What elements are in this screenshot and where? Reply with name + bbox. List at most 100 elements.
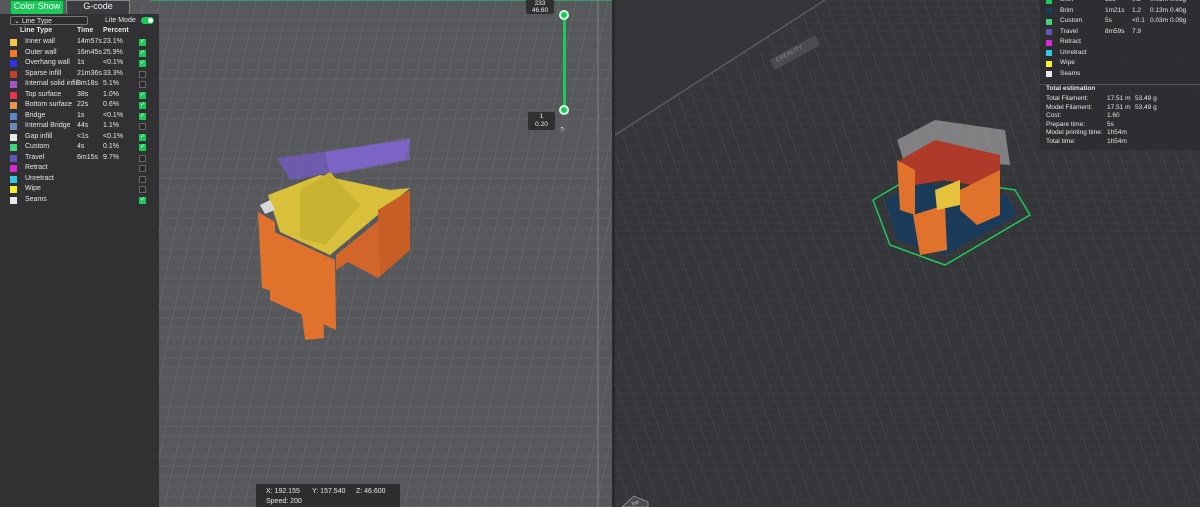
legend-row[interactable]: Wipe (10, 184, 160, 195)
stats-swatch (1046, 0, 1052, 4)
visibility-checkbox[interactable]: ✓ (139, 91, 146, 99)
color-show-button[interactable]: Color Show (10, 0, 64, 15)
legend-row-name: Sparse infill (25, 69, 62, 77)
stats-row-time: 5s (1105, 17, 1112, 24)
legend-row-percent: <0.1% (103, 59, 124, 66)
stats-row-name: Travel (1060, 27, 1078, 35)
total-row-v1: 17.51 m (1107, 103, 1131, 111)
visibility-checkbox[interactable]: ✓ (139, 102, 146, 109)
legend-swatch (10, 39, 17, 46)
legend-row[interactable]: Sparse infill 21m36s 33.3% (10, 69, 160, 80)
legend-row[interactable]: Travel 6m15s 9.7% (10, 153, 160, 164)
legend-row-time: 6m15s (77, 153, 99, 161)
legend-row-time: 1s (77, 111, 85, 119)
coord-y: Y: 157.540 (312, 488, 346, 495)
legend-row-name: Internal solid infill (25, 80, 79, 87)
legend-swatch (10, 49, 17, 57)
legend-header: ⌄ Line Type Lite Mode (10, 16, 160, 26)
coord-speed: Speed: 200 (266, 498, 302, 505)
visibility-checkbox[interactable]: ✓ (139, 49, 146, 57)
total-row-v1: 1h54m (1107, 129, 1127, 136)
total-row-label: Cost: (1046, 112, 1062, 119)
layer-slider-track[interactable] (563, 14, 566, 111)
total-row: Cost: 1.60 (1046, 112, 1200, 121)
legend-swatch (10, 112, 17, 120)
slider-top-layer: 233 (534, 0, 546, 7)
legend-row[interactable]: Inner wall 14m57s 23.1% ✓ (10, 37, 160, 48)
legend-row[interactable]: Top surface 38s 1.0% ✓ (10, 90, 160, 101)
legend-row[interactable]: Custom 4s 0.1% ✓ (10, 142, 160, 153)
slider-bottom-layer: 1 (539, 113, 544, 120)
layer-slider-top-handle[interactable] (559, 10, 569, 20)
stats-row-c: 0.09g (1170, 17, 1187, 24)
legend-row-time: 21m36s (77, 69, 102, 77)
legend-row[interactable]: Unretract (10, 174, 160, 185)
lite-mode-toggle[interactable] (141, 17, 154, 24)
legend-row-percent: 0.1% (103, 143, 119, 150)
visibility-checkbox[interactable] (139, 175, 146, 183)
visibility-checkbox[interactable]: ✓ (139, 39, 146, 46)
stats-swatch (1046, 18, 1052, 25)
visibility-checkbox[interactable]: ✓ (139, 196, 146, 204)
legend-swatch (10, 133, 17, 141)
visibility-checkbox[interactable] (139, 81, 146, 88)
visibility-checkbox[interactable]: ✓ (139, 112, 146, 120)
legend-swatch (10, 154, 17, 162)
legend-row[interactable]: Internal Bridge 44s 1.1% (10, 121, 160, 132)
help-icon[interactable]: ? (560, 127, 564, 134)
legend-row[interactable]: Overhang wall 1s <0.1% ✓ (10, 58, 160, 69)
gcode-button[interactable]: G-code (66, 0, 130, 15)
visibility-checkbox[interactable] (139, 186, 146, 193)
stats-row-b: 0.03m (1150, 17, 1169, 24)
legend-row-time: 16m45s (77, 48, 102, 56)
legend-swatch (10, 81, 17, 88)
legend-row[interactable]: Seams ✓ (10, 195, 160, 206)
stats-row-a: 1.2 (1132, 6, 1142, 14)
total-row-v2: 53.49 g (1135, 95, 1157, 102)
legend-row[interactable]: Bottom surface 22s 0.6% ✓ (10, 100, 160, 111)
visibility-checkbox[interactable]: ✓ (139, 60, 146, 67)
stats-row-a: 7.9 (1132, 27, 1142, 35)
legend-swatch (10, 165, 17, 172)
total-row-label: Model Filament: (1046, 103, 1093, 111)
visibility-checkbox[interactable] (139, 165, 146, 172)
chevron-down-icon: ⌄ (14, 18, 22, 25)
legend-row-name: Seams (25, 195, 47, 203)
legend-row-name: Overhang wall (25, 59, 70, 66)
legend-row-name: Top surface (25, 90, 62, 98)
visibility-checkbox[interactable] (139, 70, 146, 78)
total-estimation-title: Total estimation (1046, 85, 1096, 92)
legend-swatch (10, 186, 17, 193)
legend-row-name: Wipe (25, 185, 41, 192)
legend-row[interactable]: Bridge 1s <0.1% ✓ (10, 111, 160, 122)
legend-row-percent: 33.3% (103, 69, 123, 77)
legend-row-time: 4s (77, 143, 85, 150)
legend-row-percent: 23.1% (103, 38, 123, 45)
legend-row-name: Retract (25, 164, 48, 171)
lite-mode-label: Lite Mode (105, 17, 136, 24)
legend-row-name: Bridge (25, 111, 46, 119)
legend-row[interactable]: Outer wall 16m45s 25.9% ✓ (10, 48, 160, 59)
slider-top-label: 233 46.60 (526, 0, 554, 14)
stats-row-a: <0.1 (1132, 17, 1145, 24)
legend-row-percent: 25.9% (103, 48, 123, 56)
stats-row: Seams (1046, 69, 1200, 80)
visibility-checkbox[interactable]: ✓ (139, 144, 146, 151)
stats-row-name: Seams (1060, 69, 1081, 77)
legend-row-percent: 1.0% (103, 90, 119, 98)
visibility-checkbox[interactable]: ✓ (139, 133, 146, 141)
visibility-checkbox[interactable] (139, 154, 146, 162)
legend-row[interactable]: Gap infill <1s <0.1% ✓ (10, 132, 160, 143)
layer-slider-bottom-handle[interactable] (559, 105, 569, 115)
total-row-label: Total time: (1046, 137, 1076, 145)
legend-swatch (10, 123, 17, 130)
visibility-checkbox[interactable] (139, 123, 146, 130)
view-cube-icon[interactable]: Top (620, 490, 650, 507)
legend-row[interactable]: Retract (10, 163, 160, 174)
legend-row-percent: <0.1% (103, 111, 124, 119)
line-type-dropdown[interactable]: ⌄ Line Type (10, 16, 88, 25)
legend-swatch (10, 196, 17, 204)
legend-row-name: Custom (25, 143, 50, 150)
legend-row[interactable]: Internal solid infill 3m18s 5.1% (10, 79, 160, 90)
total-row-v1: 17.51 m (1107, 95, 1131, 102)
